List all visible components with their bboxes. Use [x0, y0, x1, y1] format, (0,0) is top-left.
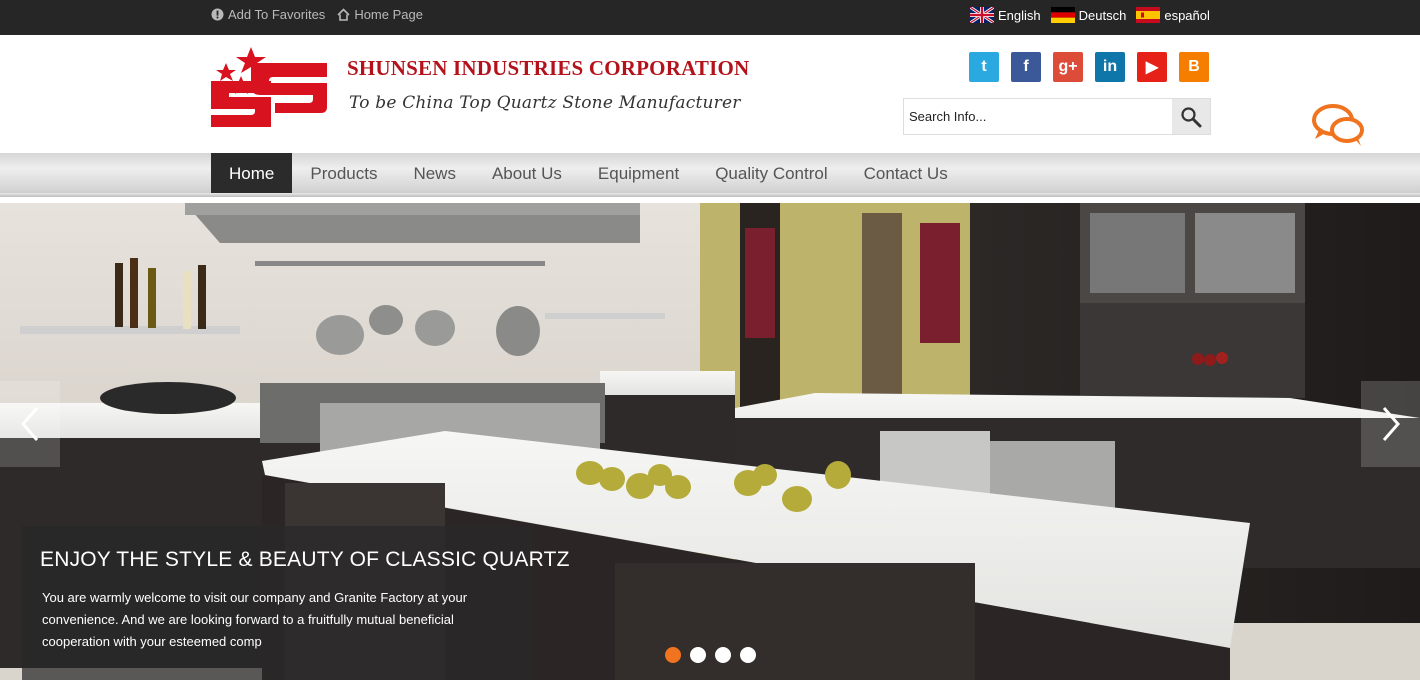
nav-item-products[interactable]: Products — [292, 153, 395, 195]
info-icon — [211, 8, 224, 21]
company-logo[interactable] — [211, 43, 329, 131]
chevron-right-icon — [1382, 407, 1400, 441]
main-navigation: Home Products News About Us Equipment Quality… — [0, 153, 1420, 197]
hero-slider: ENJOY THE STYLE & BEAUTY OF CLASSIC QUAR… — [0, 203, 1420, 680]
home-page-label: Home Page — [354, 7, 423, 22]
language-label: Deutsch — [1078, 7, 1127, 23]
linkedin-icon[interactable]: in — [1095, 52, 1125, 82]
es-flag-icon — [1136, 7, 1161, 23]
nav-item-contact-us[interactable]: Contact Us — [846, 153, 966, 195]
de-flag-icon — [1050, 7, 1075, 23]
top-bar: Add To Favorites Home Page English Deutsc… — [0, 0, 1420, 35]
search-box — [903, 98, 1211, 135]
search-icon — [1181, 106, 1202, 127]
nav-item-home[interactable]: Home — [211, 153, 293, 195]
favorites-label: Add To Favorites — [228, 7, 326, 22]
uk-flag-icon — [970, 7, 994, 23]
slide-caption: ENJOY THE STYLE & BEAUTY OF CLASSIC QUAR… — [22, 526, 569, 680]
social-links: t f g+ in ▶ B — [969, 52, 1209, 82]
site-header: SHUNSEN INDUSTRIES CORPORATION To be Chi… — [0, 35, 1420, 153]
nav-item-quality-control[interactable]: Quality Control — [697, 153, 845, 195]
language-label: English — [998, 7, 1041, 23]
language-deutsch[interactable]: Deutsch — [1050, 7, 1127, 23]
home-icon — [337, 8, 350, 21]
company-slogan: To be China Top Quartz Stone Manufacture… — [349, 93, 741, 113]
slide-text: You are warmly welcome to visit our comp… — [42, 590, 468, 649]
slide-dot-3[interactable] — [715, 647, 731, 663]
slide-title: ENJOY THE STYLE & BEAUTY OF CLASSIC QUAR… — [40, 548, 570, 571]
facebook-icon[interactable]: f — [1011, 52, 1041, 82]
language-label: español — [1164, 7, 1210, 23]
search-input[interactable] — [904, 99, 1172, 134]
home-page-link[interactable]: Home Page — [337, 7, 423, 22]
language-español[interactable]: español — [1136, 7, 1210, 23]
chevron-left-icon — [21, 407, 39, 441]
slide-dot-1[interactable] — [665, 647, 681, 663]
slide-indicators — [665, 647, 756, 663]
nav-item-about-us[interactable]: About Us — [474, 153, 580, 195]
chat-icon[interactable] — [1311, 103, 1365, 149]
blogger-icon[interactable]: B — [1179, 52, 1209, 82]
prev-slide-button[interactable] — [0, 381, 60, 467]
slide-dot-2[interactable] — [690, 647, 706, 663]
twitter-icon[interactable]: t — [969, 52, 999, 82]
next-slide-button[interactable] — [1361, 381, 1420, 467]
search-button[interactable] — [1172, 99, 1210, 134]
nav-item-equipment[interactable]: Equipment — [580, 153, 697, 195]
youtube-icon[interactable]: ▶ — [1137, 52, 1167, 82]
google-plus-icon[interactable]: g+ — [1053, 52, 1083, 82]
nav-item-news[interactable]: News — [395, 153, 474, 195]
company-name: SHUNSEN INDUSTRIES CORPORATION — [347, 56, 750, 80]
slide-dot-4[interactable] — [740, 647, 756, 663]
language-english[interactable]: English — [970, 7, 1041, 23]
add-to-favorites-link[interactable]: Add To Favorites — [211, 7, 325, 22]
